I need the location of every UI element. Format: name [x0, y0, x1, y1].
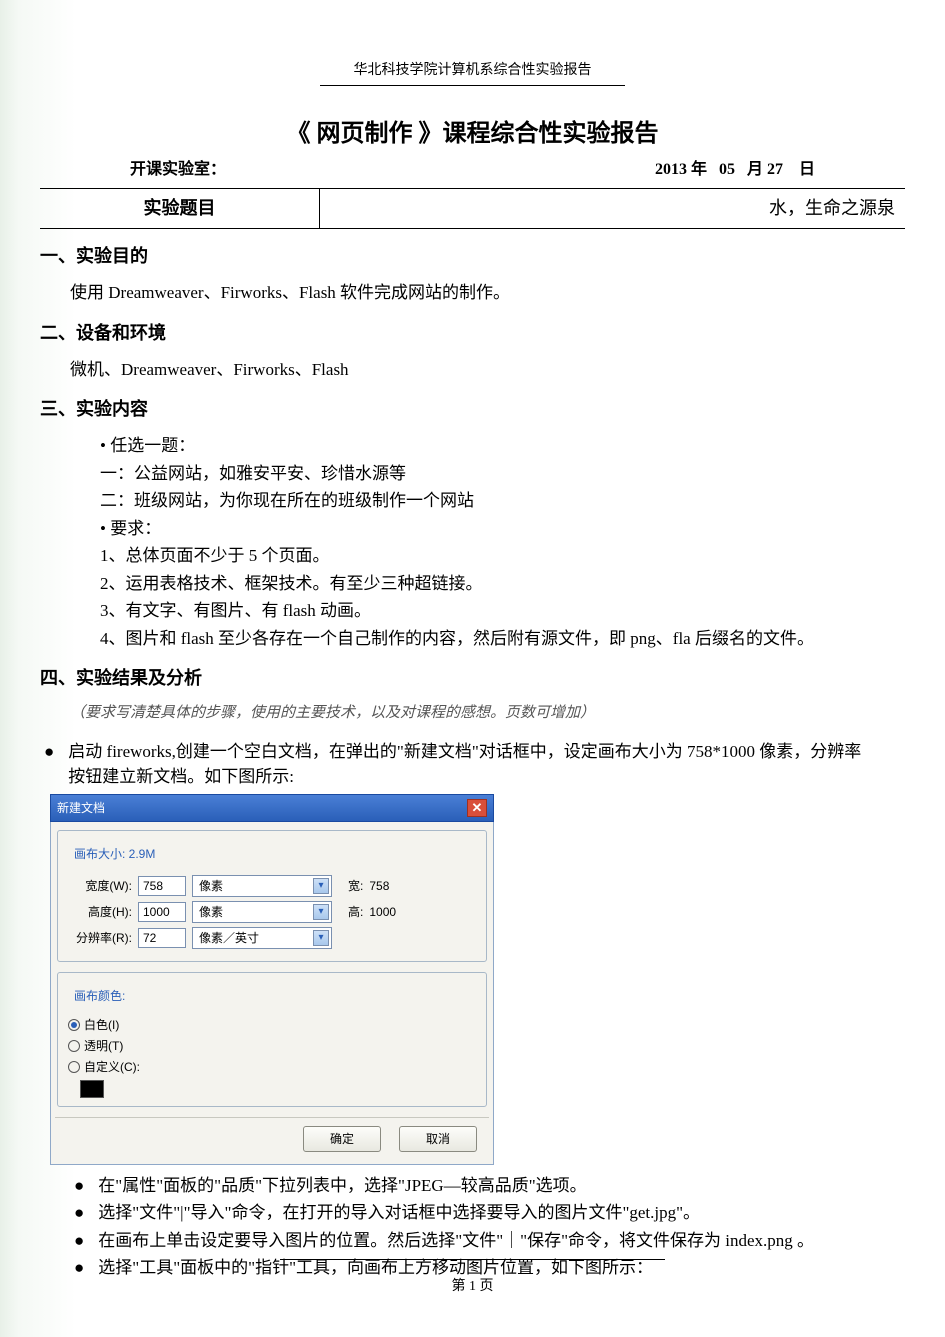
resolution-unit-select[interactable]: 像素／英寸 ▾ [192, 927, 332, 949]
radio-transparent[interactable]: 透明(T) [68, 1037, 476, 1055]
year: 2013 [655, 161, 687, 178]
month-unit: 月 [747, 161, 763, 178]
lab-label: 开课实验室： [130, 158, 226, 182]
width-out-label: 宽: [348, 877, 363, 895]
bullet-icon: ● [74, 1200, 84, 1226]
width-unit-text: 像素 [199, 877, 223, 895]
dialog-title-text: 新建文档 [57, 799, 105, 817]
radio-icon [68, 1061, 80, 1073]
section-1-heading: 一、实验目的 [40, 243, 905, 270]
section-3-heading: 三、实验内容 [40, 396, 905, 423]
width-unit-select[interactable]: 像素 ▾ [192, 875, 332, 897]
subtitle-row: 开课实验室： 2013 年 05 月 27 日 [40, 158, 905, 189]
height-input[interactable] [138, 902, 186, 922]
month: 05 [719, 161, 735, 178]
width-out-value: 758 [369, 877, 389, 895]
canvas-color-legend: 画布颜色: [70, 987, 129, 1005]
day: 27 [767, 161, 783, 178]
step-text: 选择"文件"|"导入"命令，在打开的导入对话框中选择要导入的图片文件"get.j… [98, 1200, 700, 1226]
width-label: 宽度(W): [68, 877, 132, 895]
page-footer: 第 1 页 [280, 1259, 665, 1297]
list-item: 1、总体页面不少于 5 个页面。 [100, 543, 905, 569]
list-item: 一：公益网站，如雅安平安、珍惜水源等 [100, 461, 905, 487]
canvas-size-legend: 画布大小: 2.9M [70, 845, 159, 863]
resolution-unit-text: 像素／英寸 [199, 929, 259, 947]
page-header: 华北科技学院计算机系综合性实验报告 [320, 60, 625, 86]
resolution-label: 分辨率(R): [68, 929, 132, 947]
height-out-label: 高: [348, 903, 363, 921]
chevron-down-icon: ▾ [313, 904, 329, 920]
bullet-icon: ● [74, 1228, 84, 1254]
section-2-heading: 二、设备和环境 [40, 320, 905, 347]
topic-row: 实验题目 水，生命之源泉 [40, 189, 905, 229]
step-item: ● 选择"文件"|"导入"命令，在打开的导入对话框中选择要导入的图片文件"get.… [70, 1200, 905, 1226]
width-input[interactable] [138, 876, 186, 896]
step-item: ● 在"属性"面板的"品质"下拉列表中，选择"JPEG—较高品质"选项。 [70, 1173, 905, 1199]
radio-custom[interactable]: 自定义(C): [68, 1058, 476, 1076]
day-unit: 日 [799, 161, 815, 178]
year-unit: 年 [691, 161, 707, 178]
list-item: 二：班级网站，为你现在所在的班级制作一个网站 [100, 488, 905, 514]
dialog-titlebar[interactable]: 新建文档 ✕ [50, 794, 494, 822]
list-item: 3、有文字、有图片、有 flash 动画。 [100, 598, 905, 624]
radio-white[interactable]: 白色(I) [68, 1016, 476, 1034]
new-document-dialog: 新建文档 ✕ 画布大小: 2.9M 宽度(W): 像素 ▾ 宽: 758 高度(… [50, 794, 494, 1165]
height-unit-select[interactable]: 像素 ▾ [192, 901, 332, 923]
color-swatch[interactable] [80, 1080, 104, 1098]
height-out-value: 1000 [369, 903, 396, 921]
close-icon[interactable]: ✕ [467, 799, 487, 817]
radio-white-label: 白色(I) [84, 1016, 119, 1034]
main-title: 《 网页制作 》课程综合性实验报告 [40, 116, 905, 152]
ok-button[interactable]: 确定 [303, 1126, 381, 1152]
chevron-down-icon: ▾ [313, 878, 329, 894]
step-1-line1: 启动 fireworks,创建一个空白文档，在弹出的"新建文档"对话框中，设定画… [68, 739, 861, 765]
cancel-button[interactable]: 取消 [399, 1126, 477, 1152]
radio-transparent-label: 透明(T) [84, 1037, 123, 1055]
section-1-body: 使用 Dreamweaver、Firworks、Flash 软件完成网站的制作。 [70, 280, 905, 306]
topic-label: 实验题目 [40, 189, 320, 228]
section-4-note: （要求写清楚具体的步骤，使用的主要技术，以及对课程的感想。页数可增加） [70, 702, 905, 725]
step-item: ● 在画布上单击设定要导入图片的位置。然后选择"文件"｜"保存"命令，将文件保存为… [70, 1228, 905, 1254]
list-item: 任选一题： [100, 433, 905, 459]
list-item: 要求： [100, 516, 905, 542]
bullet-icon: ● [44, 739, 54, 765]
radio-icon [68, 1040, 80, 1052]
radio-icon [68, 1019, 80, 1031]
bullet-icon: ● [74, 1173, 84, 1199]
step-1: ● 启动 fireworks,创建一个空白文档，在弹出的"新建文档"对话框中，设… [40, 739, 905, 790]
list-item: 4、图片和 flash 至少各存在一个自己制作的内容，然后附有源文件，即 png… [100, 626, 905, 652]
list-item: 2、运用表格技术、框架技术。有至少三种超链接。 [100, 571, 905, 597]
bullet-icon: ● [74, 1255, 84, 1281]
height-label: 高度(H): [68, 903, 132, 921]
section-4-heading: 四、实验结果及分析 [40, 665, 905, 692]
section-2-body: 微机、Dreamweaver、Firworks、Flash [70, 357, 905, 383]
resolution-input[interactable] [138, 928, 186, 948]
step-1-line2: 按钮建立新文档。如下图所示: [68, 764, 861, 790]
radio-custom-label: 自定义(C): [84, 1058, 140, 1076]
step-text: 在画布上单击设定要导入图片的位置。然后选择"文件"｜"保存"命令，将文件保存为 … [98, 1228, 814, 1254]
height-unit-text: 像素 [199, 903, 223, 921]
step-text: 在"属性"面板的"品质"下拉列表中，选择"JPEG—较高品质"选项。 [98, 1173, 586, 1199]
chevron-down-icon: ▾ [313, 930, 329, 946]
topic-value: 水，生命之源泉 [320, 189, 905, 228]
section-3-list: 任选一题：一：公益网站，如雅安平安、珍惜水源等二：班级网站，为你现在所在的班级制… [100, 433, 905, 651]
